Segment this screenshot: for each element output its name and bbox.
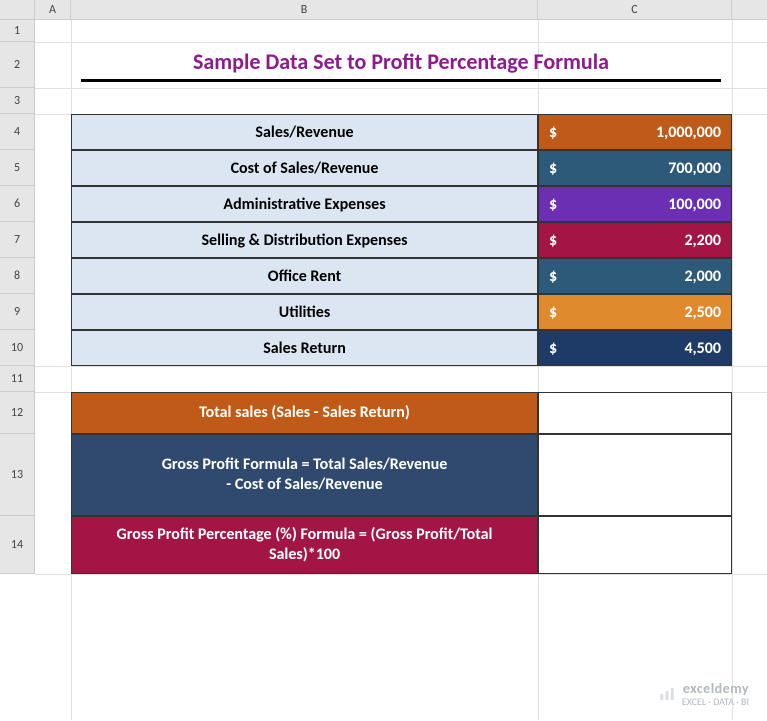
row-header-14[interactable]: 14 <box>0 516 34 574</box>
col-header-B[interactable]: B <box>71 0 538 19</box>
row-header-1[interactable]: 1 <box>0 20 34 42</box>
value-office-rent[interactable]: $ 2,000 <box>538 258 732 294</box>
row-header-3[interactable]: 3 <box>0 88 34 114</box>
watermark-logo-icon <box>658 685 676 703</box>
currency-value: 2,000 <box>684 267 721 286</box>
row-header-8[interactable]: 8 <box>0 258 34 294</box>
label-sales-return[interactable]: Sales Return <box>71 330 538 366</box>
value-selling-dist[interactable]: $ 2,200 <box>538 222 732 258</box>
formula-gross-profit[interactable]: Gross Profit Formula = Total Sales/Reven… <box>71 434 538 516</box>
row-header-7[interactable]: 7 <box>0 222 34 258</box>
value-sales-return[interactable]: $ 4,500 <box>538 330 732 366</box>
row-header-6[interactable]: 6 <box>0 186 34 222</box>
currency-value: 1,000,000 <box>656 123 721 142</box>
currency-value: 2,500 <box>684 303 721 322</box>
currency-symbol: $ <box>549 159 557 178</box>
formula-gross-profit-pct-value[interactable] <box>538 516 732 574</box>
cell-area[interactable]: Sample Data Set to Profit Percentage For… <box>35 20 767 574</box>
row-header-9[interactable]: 9 <box>0 294 34 330</box>
page-title: Sample Data Set to Profit Percentage For… <box>81 48 721 82</box>
label-selling-dist[interactable]: Selling & Distribution Expenses <box>71 222 538 258</box>
currency-symbol: $ <box>549 267 557 286</box>
value-sales-revenue[interactable]: $ 1,000,000 <box>538 114 732 150</box>
currency-value: 700,000 <box>668 159 721 178</box>
watermark: exceldemy EXCEL · DATA · BI <box>658 681 749 707</box>
value-cost-sales[interactable]: $ 700,000 <box>538 150 732 186</box>
watermark-tagline: EXCEL · DATA · BI <box>682 696 749 707</box>
currency-symbol: $ <box>549 123 557 142</box>
currency-value: 100,000 <box>668 195 721 214</box>
label-sales-revenue[interactable]: Sales/Revenue <box>71 114 538 150</box>
row-header-4[interactable]: 4 <box>0 114 34 150</box>
formula-gross-profit-value[interactable] <box>538 434 732 516</box>
spreadsheet-grid: A B C 1 2 3 4 5 6 7 8 9 10 11 12 13 14 <box>0 0 767 721</box>
row-header-5[interactable]: 5 <box>0 150 34 186</box>
value-utilities[interactable]: $ 2,500 <box>538 294 732 330</box>
row-header-2[interactable]: 2 <box>0 42 34 88</box>
label-admin-exp[interactable]: Administrative Expenses <box>71 186 538 222</box>
row-header-col: 1 2 3 4 5 6 7 8 9 10 11 12 13 14 <box>0 20 35 574</box>
formula-gross-profit-pct[interactable]: Gross Profit Percentage (%) Formula = (G… <box>71 516 538 574</box>
select-all-corner[interactable] <box>0 0 35 19</box>
col-header-A[interactable]: A <box>35 0 71 19</box>
currency-value: 2,200 <box>684 231 721 250</box>
currency-symbol: $ <box>549 303 557 322</box>
currency-symbol: $ <box>549 339 557 358</box>
col-header-C[interactable]: C <box>538 0 732 19</box>
label-utilities[interactable]: Utilities <box>71 294 538 330</box>
value-admin-exp[interactable]: $ 100,000 <box>538 186 732 222</box>
row-header-10[interactable]: 10 <box>0 330 34 366</box>
column-header-row: A B C <box>0 0 767 20</box>
currency-symbol: $ <box>549 195 557 214</box>
label-cost-sales[interactable]: Cost of Sales/Revenue <box>71 150 538 186</box>
currency-value: 4,500 <box>684 339 721 358</box>
currency-symbol: $ <box>549 231 557 250</box>
label-office-rent[interactable]: Office Rent <box>71 258 538 294</box>
formula-total-sales-value[interactable] <box>538 392 732 434</box>
row-header-13[interactable]: 13 <box>0 434 34 516</box>
formula-total-sales[interactable]: Total sales (Sales - Sales Return) <box>71 392 538 434</box>
watermark-brand: exceldemy <box>682 681 749 696</box>
row-header-12[interactable]: 12 <box>0 392 34 434</box>
row-header-11[interactable]: 11 <box>0 366 34 392</box>
